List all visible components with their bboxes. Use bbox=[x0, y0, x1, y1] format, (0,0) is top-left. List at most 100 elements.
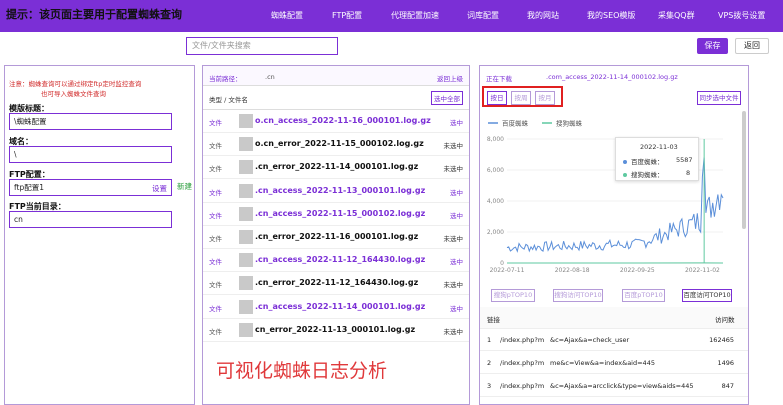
file-status[interactable]: 选中 bbox=[450, 210, 463, 220]
file-row[interactable]: 文件.cn_access_2022-11-14_000101.log.gz选中 bbox=[203, 296, 469, 319]
file-row[interactable]: 文件 .cn_error_2022-11-16_000101.log.gz 未选中 bbox=[203, 226, 469, 249]
file-status[interactable]: 选中 bbox=[450, 117, 463, 127]
table-header: 链接 访问数 bbox=[480, 307, 748, 329]
file-status[interactable]: 选中 bbox=[450, 303, 463, 313]
x-tick-label: 2022-11-02 bbox=[685, 267, 720, 274]
save-button[interactable]: 保存 bbox=[697, 38, 728, 54]
file-status[interactable]: 未选中 bbox=[444, 233, 464, 243]
file-status[interactable]: 未选中 bbox=[444, 140, 464, 150]
tab-baidu-ptop10[interactable]: 百度pTOP10 bbox=[622, 289, 665, 302]
domain-input[interactable]: \ bbox=[9, 146, 172, 163]
nav-my-sites[interactable]: 我的网站 bbox=[527, 0, 559, 32]
row-url[interactable]: /index.php?m bbox=[500, 359, 544, 367]
template-title-input[interactable]: \蜘蛛配置 bbox=[9, 113, 172, 130]
file-status[interactable]: 未选中 bbox=[444, 163, 464, 173]
nav-proxy-config[interactable]: 代理配置加速 bbox=[391, 0, 439, 32]
file-name: .cn_access_2022-11-15_000102.log.gz bbox=[255, 209, 425, 218]
tab-sogou-ptop10[interactable]: 搜狗pTOP10 bbox=[491, 289, 535, 302]
table-row[interactable]: 2/index.php?mme&c=View&a=index&aid=44514… bbox=[480, 352, 748, 374]
sogou-dot-icon bbox=[623, 173, 627, 177]
file-search-input[interactable]: 文件/文件夹搜索 bbox=[186, 37, 338, 55]
file-icon bbox=[239, 300, 253, 314]
legend-label[interactable]: 百度蜘蛛 bbox=[502, 119, 529, 128]
row-url[interactable]: /index.php?m bbox=[500, 336, 544, 344]
file-type: 文件 bbox=[209, 279, 222, 289]
tab-baidu-visit-top10[interactable]: 百度访问TOP10 bbox=[682, 289, 732, 302]
x-tick-label: 2022-09-25 bbox=[620, 267, 655, 274]
ftp-config-value: ftp配置1 bbox=[14, 183, 44, 192]
file-status[interactable]: 选中 bbox=[450, 256, 463, 266]
file-status[interactable]: 未选中 bbox=[444, 326, 464, 336]
nav-vps-dialup[interactable]: VPS拨号设置 bbox=[718, 0, 765, 32]
file-row[interactable]: 文件.cn_error_2022-11-14_000101.log.gz未选中 bbox=[203, 156, 469, 179]
col-link: 链接 bbox=[487, 314, 500, 324]
row-visits: 162465 bbox=[709, 336, 734, 344]
file-type: 文件 bbox=[209, 256, 222, 266]
chart-tooltip: 2022-11-03 百度蜘蛛： 5587 搜狗蜘蛛： 8 bbox=[615, 137, 699, 181]
nav-lexicon-config[interactable]: 词库配置 bbox=[467, 0, 499, 32]
file-type: 文件 bbox=[209, 233, 222, 243]
file-name: o.cn_access_2022-11-16_000101.log.gz bbox=[255, 116, 431, 125]
overlay-caption: 可视化蜘蛛日志分析 bbox=[216, 356, 387, 383]
nav-seo-templates[interactable]: 我的SEO模版 bbox=[587, 0, 635, 32]
type-filename-header: 类型 / 文件名 bbox=[209, 94, 248, 104]
file-row[interactable]: 文件cn_error_2022-11-13_000101.log.gz未选中 bbox=[203, 319, 469, 342]
nav-spider-config[interactable]: 蜘蛛配置 bbox=[271, 0, 303, 32]
path-value: .cn bbox=[265, 73, 275, 81]
tooltip-sogou: 搜狗蜘蛛： bbox=[623, 169, 664, 179]
tooltip-baidu-value: 5587 bbox=[676, 156, 693, 164]
table-row[interactable]: 3/index.php?m&c=Ajax&a=arcclick&type=vie… bbox=[480, 375, 748, 397]
file-row[interactable]: 文件.cn_access_2022-11-13_000101.log.gz选中 bbox=[203, 180, 469, 203]
file-row[interactable]: 文件o.cn_access_2022-11-16_000101.log.gz选中 bbox=[203, 110, 469, 133]
file-status[interactable]: 选中 bbox=[450, 187, 463, 197]
ftp-config-select[interactable]: ftp配置1 bbox=[9, 179, 172, 196]
file-row[interactable]: 文件.cn_error_2022-11-12_164430.log.gz未选中 bbox=[203, 272, 469, 295]
file-name: .cn_error_2022-11-16_000101.log.gz bbox=[255, 232, 418, 241]
path-label: 当前路径： bbox=[209, 73, 242, 83]
file-icon bbox=[239, 114, 253, 128]
ftp-set-link[interactable]: 设置 bbox=[152, 183, 167, 194]
row-query: &c=Ajax&a=arcclick&type=view&aids=445 bbox=[550, 382, 694, 390]
row-query: me&c=View&a=index&aid=445 bbox=[550, 359, 655, 367]
spider-line-chart: 百度蜘蛛搜狗蜘蛛 8,0006,0004,0002,0000 2022-07-1… bbox=[480, 110, 748, 280]
nav-qq-groups[interactable]: 采集QQ群 bbox=[658, 0, 695, 32]
file-status[interactable]: 未选中 bbox=[444, 279, 464, 289]
tooltip-baidu: 百度蜘蛛： bbox=[623, 156, 664, 166]
file-name: .cn_error_2022-11-14_000101.log.gz bbox=[255, 162, 418, 171]
file-icon bbox=[239, 323, 253, 337]
tab-highlight-box bbox=[482, 86, 563, 107]
row-index: 1 bbox=[487, 336, 491, 344]
file-row[interactable]: 文件o.cn_error_2022-11-15_000102.log.gz未选中 bbox=[203, 133, 469, 156]
row-url[interactable]: /index.php?m bbox=[500, 382, 544, 390]
file-row[interactable]: 文件 .cn_access_2022-11-15_000102.log.gz 选中 bbox=[203, 203, 469, 226]
tab-sogou-visit-top10[interactable]: 搜狗访问TOP10 bbox=[553, 289, 603, 302]
back-button[interactable]: 返回 bbox=[735, 38, 769, 54]
tooltip-sogou-label: 搜狗蜘蛛： bbox=[631, 171, 664, 179]
file-icon bbox=[239, 230, 253, 244]
file-type: 文件 bbox=[209, 326, 222, 336]
select-all-button[interactable]: 选中全部 bbox=[431, 91, 463, 105]
nav-ftp-config[interactable]: FTP配置 bbox=[332, 0, 362, 32]
file-icon bbox=[239, 253, 253, 267]
legend-label[interactable]: 搜狗蜘蛛 bbox=[556, 119, 583, 128]
row-visits: 1496 bbox=[717, 359, 734, 367]
file-type: 文件 bbox=[209, 303, 222, 313]
downloading-label: 正在下载 bbox=[486, 73, 512, 83]
file-icon bbox=[239, 276, 253, 290]
y-tick-label: 2,000 bbox=[487, 229, 504, 236]
ftp-new-link[interactable]: 新建 bbox=[177, 181, 192, 192]
file-type: 文件 bbox=[209, 140, 222, 150]
file-row[interactable]: 文件.cn_access_2022-11-12_164430.log.gz选中 bbox=[203, 249, 469, 272]
file-type: 文件 bbox=[209, 210, 222, 220]
ftp-dir-input[interactable]: cn bbox=[9, 211, 172, 228]
y-tick-label: 8,000 bbox=[487, 136, 504, 143]
file-list-panel: 当前路径： .cn 返回上级 类型 / 文件名 选中全部 文件 o.cn_acce… bbox=[202, 65, 470, 405]
y-tick-label: 0 bbox=[500, 260, 504, 267]
table-row[interactable]: 1/index.php?m&c=Ajax&a=check_user162465 bbox=[480, 329, 748, 351]
sync-selected-button[interactable]: 同步选中文件 bbox=[697, 91, 741, 105]
tooltip-sogou-value: 8 bbox=[686, 169, 690, 177]
go-up-link[interactable]: 返回上级 bbox=[437, 73, 463, 83]
page-hint: 提示：该页面主要用于配置蜘蛛查询 bbox=[6, 6, 182, 22]
tooltip-date: 2022-11-03 bbox=[640, 143, 678, 151]
file-icon bbox=[239, 160, 253, 174]
